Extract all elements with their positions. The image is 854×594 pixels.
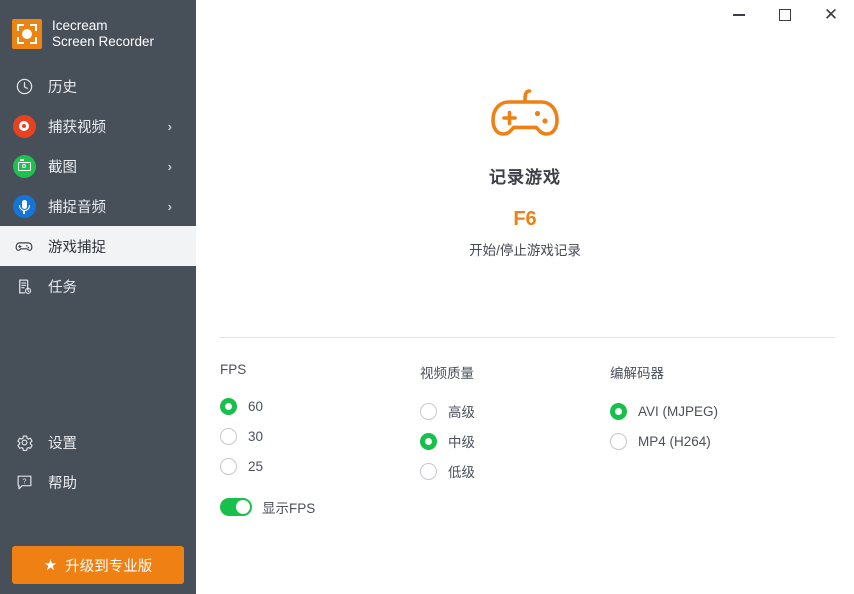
sidebar-item-label: 截图 xyxy=(48,156,77,177)
radio-icon xyxy=(220,398,237,415)
sidebar-item-screenshot[interactable]: 截图 › xyxy=(0,146,196,186)
help-icon: ? xyxy=(11,469,37,495)
titlebar: ✕ xyxy=(196,0,854,34)
radio-icon xyxy=(610,433,627,450)
codec-option-mp4[interactable]: MP4 (H264) xyxy=(610,426,835,456)
microphone-circle-icon xyxy=(11,193,37,219)
sidebar-nav: 历史 捕获视频 › 截图 › xyxy=(0,66,196,306)
sidebar-item-label: 捕获视频 xyxy=(48,116,106,137)
maximize-icon xyxy=(779,9,791,21)
quality-option-medium[interactable]: 中级 xyxy=(420,426,610,456)
radio-icon xyxy=(220,428,237,445)
hotkey-description: 开始/停止游戏记录 xyxy=(196,239,854,259)
radio-icon xyxy=(220,458,237,475)
upgrade-button-label: 升级到专业版 xyxy=(65,555,152,576)
clipboard-clock-icon xyxy=(11,273,37,299)
star-icon: ★ xyxy=(44,558,57,573)
chevron-right-icon: › xyxy=(168,159,172,174)
fps-group-title: FPS xyxy=(220,362,420,377)
minimize-button[interactable] xyxy=(716,0,762,30)
radio-label: MP4 (H264) xyxy=(638,434,711,449)
gamepad-icon xyxy=(487,135,563,152)
upgrade-container: ★ 升级到专业版 xyxy=(12,546,184,584)
fps-group: FPS 60 30 25 xyxy=(220,362,420,486)
sidebar-item-history[interactable]: 历史 xyxy=(0,66,196,106)
main-content: ✕ 记录游戏 F6 开始/停止游戏记录 FPS xyxy=(196,0,854,594)
radio-label: 60 xyxy=(248,399,263,414)
hero-section: 记录游戏 xyxy=(196,86,854,188)
show-fps-toggle[interactable] xyxy=(220,498,252,516)
sidebar-item-settings[interactable]: 设置 xyxy=(0,422,196,462)
hotkey-section: F6 开始/停止游戏记录 xyxy=(196,208,854,259)
radio-icon xyxy=(610,403,627,420)
sidebar-item-tasks[interactable]: 任务 xyxy=(0,266,196,306)
codec-group: 编解码器 AVI (MJPEG) MP4 (H264) xyxy=(610,362,835,486)
gamepad-icon xyxy=(11,233,37,259)
show-fps-toggle-row[interactable]: 显示FPS xyxy=(220,497,315,517)
sidebar-item-game-capture[interactable]: 游戏捕捉 xyxy=(0,226,196,266)
radio-label: 30 xyxy=(248,429,263,444)
brand-text: Icecream Screen Recorder xyxy=(52,18,154,50)
sidebar-item-label: 帮助 xyxy=(48,472,77,493)
sidebar-item-label: 历史 xyxy=(48,76,77,97)
svg-text:?: ? xyxy=(22,477,26,485)
radio-icon xyxy=(420,463,437,480)
sidebar-item-capture-video[interactable]: 捕获视频 › xyxy=(0,106,196,146)
show-fps-label: 显示FPS xyxy=(262,497,315,517)
brand-line-2: Screen Recorder xyxy=(52,34,154,50)
gear-icon xyxy=(11,429,37,455)
hotkey-key: F6 xyxy=(196,208,854,231)
fps-option-60[interactable]: 60 xyxy=(220,391,420,421)
sidebar-item-label: 设置 xyxy=(48,432,77,453)
app-window: Icecream Screen Recorder 历史 xyxy=(0,0,854,594)
upgrade-to-pro-button[interactable]: ★ 升级到专业版 xyxy=(12,546,184,584)
sidebar: Icecream Screen Recorder 历史 xyxy=(0,0,196,594)
section-divider xyxy=(220,337,835,338)
radio-label: AVI (MJPEG) xyxy=(638,404,718,419)
close-icon: ✕ xyxy=(824,7,838,24)
brand-line-1: Icecream xyxy=(52,18,154,34)
settings-section: FPS 60 30 25 视频质量 高级 xyxy=(220,362,835,486)
codec-group-title: 编解码器 xyxy=(610,362,835,382)
sidebar-item-help[interactable]: ? 帮助 xyxy=(0,462,196,502)
minimize-icon xyxy=(733,14,745,16)
brand: Icecream Screen Recorder xyxy=(0,0,196,58)
quality-option-high[interactable]: 高级 xyxy=(420,396,610,426)
video-quality-group-title: 视频质量 xyxy=(420,362,610,382)
camera-circle-icon xyxy=(11,153,37,179)
radio-label: 25 xyxy=(248,459,263,474)
video-quality-group: 视频质量 高级 中级 低级 xyxy=(420,362,610,486)
sidebar-item-label: 任务 xyxy=(48,276,77,297)
record-circle-icon xyxy=(11,113,37,139)
maximize-button[interactable] xyxy=(762,0,808,30)
quality-option-low[interactable]: 低级 xyxy=(420,456,610,486)
sidebar-item-label: 游戏捕捉 xyxy=(48,236,106,257)
chevron-right-icon: › xyxy=(168,199,172,214)
toggle-knob xyxy=(236,500,250,514)
radio-label: 高级 xyxy=(448,401,475,421)
sidebar-bottom-nav: 设置 ? 帮助 xyxy=(0,422,196,502)
close-button[interactable]: ✕ xyxy=(808,0,854,30)
fps-option-25[interactable]: 25 xyxy=(220,451,420,481)
page-title: 记录游戏 xyxy=(196,163,854,188)
sidebar-item-label: 捕捉音频 xyxy=(48,196,106,217)
radio-label: 中级 xyxy=(448,431,475,451)
chevron-right-icon: › xyxy=(168,119,172,134)
fps-option-30[interactable]: 30 xyxy=(220,421,420,451)
radio-icon xyxy=(420,433,437,450)
radio-icon xyxy=(420,403,437,420)
clock-icon xyxy=(11,73,37,99)
radio-label: 低级 xyxy=(448,461,475,481)
sidebar-item-capture-audio[interactable]: 捕捉音频 › xyxy=(0,186,196,226)
app-logo-icon xyxy=(12,19,42,49)
codec-option-avi[interactable]: AVI (MJPEG) xyxy=(610,396,835,426)
